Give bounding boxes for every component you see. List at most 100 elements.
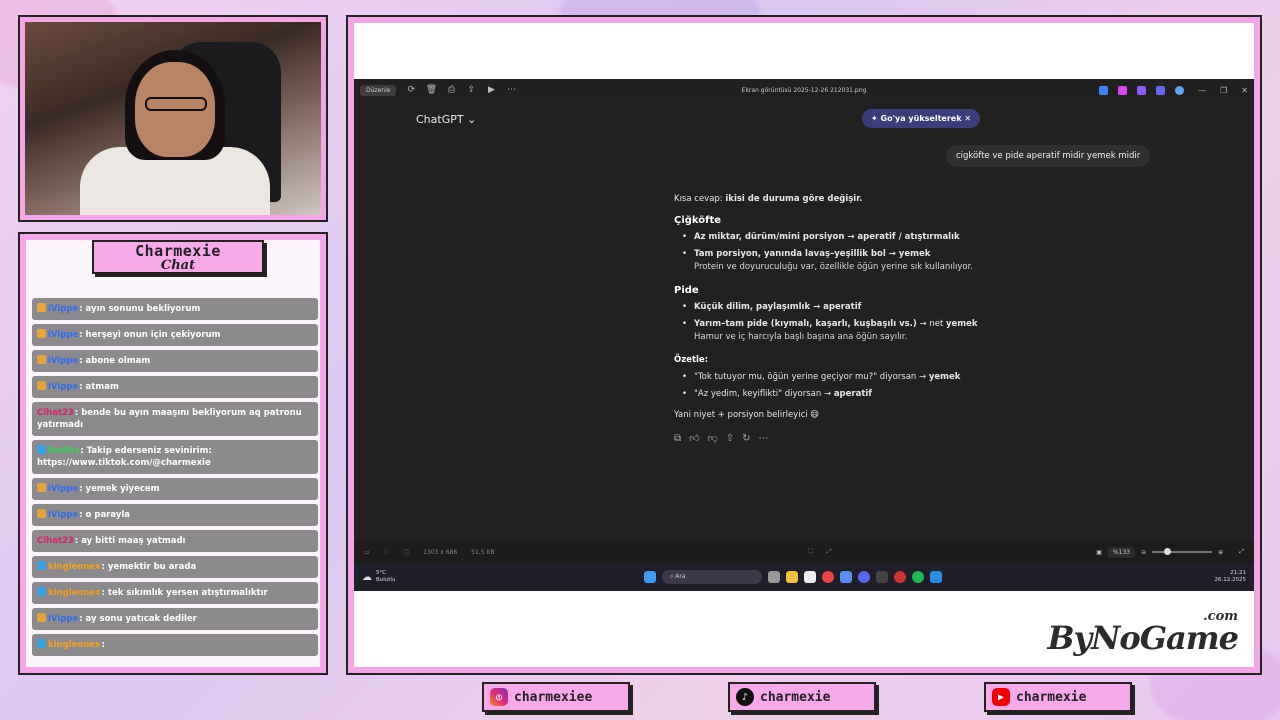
close-icon[interactable]: ✕ xyxy=(1241,86,1248,95)
onedrive-icon[interactable] xyxy=(1175,85,1185,95)
list-item-note: Protein ve doyuruculuğu var, özellikle ö… xyxy=(694,262,973,272)
chat-username[interactable]: iVippe xyxy=(48,510,78,520)
chat-username[interactable]: BotRix xyxy=(48,446,79,456)
start-icon[interactable] xyxy=(644,571,656,583)
print-icon[interactable]: ⎙ xyxy=(444,83,458,97)
crop-icon[interactable]: ⛶ xyxy=(809,548,813,556)
intro-text: Kısa cevap: xyxy=(674,194,726,204)
chat-text: : bende bu ayın maaşını bekliyorum aq pa… xyxy=(37,408,302,430)
zoom-out-icon[interactable]: ⊖ xyxy=(1141,549,1146,556)
chat-text: : yemek yiyecem xyxy=(79,484,160,494)
chat-username[interactable]: iVippe xyxy=(48,330,78,340)
chat-username[interactable]: iVippe xyxy=(48,356,78,366)
fit-icon[interactable]: ▣ xyxy=(1096,549,1102,556)
user-badge-icon xyxy=(37,483,46,492)
chat-message: iVippe: ayın sonunu bekliyorum xyxy=(32,298,318,320)
app-icon[interactable] xyxy=(804,571,816,583)
user-badge-icon xyxy=(37,329,46,338)
chat-username[interactable]: iVippe xyxy=(48,304,78,314)
task-view-icon[interactable] xyxy=(768,571,780,583)
delete-icon[interactable]: 🗑 xyxy=(424,83,438,97)
chat-text: : ay sonu yatıcak dediler xyxy=(79,614,197,624)
more-icon[interactable]: ⋯ xyxy=(504,83,518,97)
list-item-text: Az miktar, dürüm/mini porsiyon → aperati… xyxy=(694,232,960,242)
expand-icon[interactable]: ⤢ xyxy=(827,548,832,556)
photos-icon[interactable] xyxy=(930,571,942,583)
instagram-badge[interactable]: ◎ charmexiee xyxy=(482,682,630,712)
zoom-slider-handle[interactable] xyxy=(1164,548,1172,555)
weather-widget[interactable]: ☁ 5°C Bulutlu xyxy=(362,570,395,584)
logo-text: ByNoGame xyxy=(1047,619,1239,657)
slideshow-icon[interactable]: ▶ xyxy=(484,83,498,97)
zoom-slider[interactable] xyxy=(1152,548,1213,555)
spotify-icon[interactable] xyxy=(912,571,924,583)
chat-username[interactable]: iVippe xyxy=(48,382,78,392)
chat-username[interactable]: kingleonex xyxy=(48,640,101,650)
weather-desc: Bulutlu xyxy=(376,577,396,583)
chat-message: iVippe: herşeyi onun için çekiyorum xyxy=(32,324,318,346)
more-icon[interactable]: ⋯ xyxy=(759,432,769,445)
chat-username[interactable]: Cihat23 xyxy=(37,536,74,546)
file-explorer-icon[interactable] xyxy=(786,571,798,583)
chat-username[interactable]: Cihat23 xyxy=(37,408,74,418)
chat-message: kingleonex: xyxy=(32,634,318,656)
bullet-list: "Tok tutuyor mu, öğün yerine geçiyor mu?… xyxy=(682,371,1094,401)
user-badge-icon xyxy=(37,561,46,570)
app-icon[interactable] xyxy=(1099,85,1109,95)
minimize-icon[interactable]: — xyxy=(1198,86,1206,95)
discord-icon[interactable] xyxy=(858,571,870,583)
list-item-text: yemek xyxy=(928,372,961,382)
photos-app-window: Düzenle ⟳ 🗑 ⎙ ⇪ ▶ ⋯ Ekran görüntüsü 2025… xyxy=(354,79,1254,591)
chrome-icon[interactable] xyxy=(822,571,834,583)
bullet-list: Küçük dilim, paylaşımlık → aperatif Yarı… xyxy=(682,301,1094,344)
list-item-text: → net xyxy=(916,319,946,329)
steam-icon[interactable] xyxy=(876,571,888,583)
taskbar-search[interactable]: ⌕ Ara xyxy=(662,570,762,584)
regenerate-icon[interactable]: ↻ xyxy=(742,432,750,445)
thumbs-up-icon[interactable]: 👍︎ xyxy=(689,432,699,445)
close-icon[interactable]: ✕ xyxy=(964,114,971,123)
share-icon[interactable]: ⇪ xyxy=(464,83,478,97)
model-selector[interactable]: ChatGPT ⌄ xyxy=(416,113,476,126)
taskbar-apps: ⌕ Ara xyxy=(644,570,942,584)
filmstrip-icon[interactable]: ▭ xyxy=(364,549,370,556)
edit-button[interactable]: Düzenle xyxy=(360,84,397,96)
weather-temp: 5°C xyxy=(376,570,387,576)
app-icon[interactable] xyxy=(1137,85,1147,95)
app-icon[interactable] xyxy=(840,571,852,583)
app-icon[interactable] xyxy=(1156,85,1166,95)
zoom-controls: ▣ %133 ⊖ ⊕ ⤢ xyxy=(1096,546,1244,558)
upgrade-button[interactable]: ✦ Go'ya yükselterek ✕ xyxy=(862,109,981,128)
list-item: Az miktar, dürüm/mini porsiyon → aperati… xyxy=(682,231,1094,244)
chat-username[interactable]: kingleonex xyxy=(48,588,101,598)
file-size: 51,5 KB xyxy=(471,548,495,556)
chat-message-list[interactable]: iVippe: ayın sonunu bekliyorum iVippe: he… xyxy=(32,298,318,660)
list-item: Yarım–tam pide (kıymalı, kaşarlı, kuşbaş… xyxy=(682,318,1094,344)
system-tray[interactable]: 21:21 26.12.2025 xyxy=(1215,570,1247,584)
chat-username[interactable]: iVippe xyxy=(48,614,78,624)
maximize-icon[interactable]: ❐ xyxy=(1220,86,1227,95)
streamer-glasses xyxy=(145,97,207,111)
app-icon[interactable] xyxy=(1118,85,1128,95)
favorite-icon[interactable]: ♡ xyxy=(384,549,389,556)
app-icon[interactable] xyxy=(894,571,906,583)
copy-icon[interactable]: ⧉ xyxy=(674,432,681,445)
chat-text: : tek sıkımlık yersen atıştırmalıktır xyxy=(101,588,268,598)
fullscreen-icon[interactable]: ⤢ xyxy=(1239,548,1244,556)
chat-subtitle: Chat xyxy=(160,258,196,273)
share-icon[interactable]: ⇧ xyxy=(726,432,734,445)
chat-username[interactable]: kingleonex xyxy=(48,562,101,572)
info-icon[interactable]: ⓘ xyxy=(403,548,409,557)
chat-username[interactable]: iVippe xyxy=(48,484,78,494)
image-dimensions: 1303 x 686 xyxy=(423,548,458,556)
bynogame-logo: .com ByNoGame xyxy=(1047,609,1239,657)
zoom-level[interactable]: %133 xyxy=(1107,546,1136,558)
zoom-in-icon[interactable]: ⊕ xyxy=(1218,549,1223,556)
thumbs-down-icon[interactable]: 👎︎ xyxy=(708,432,718,445)
tiktok-badge[interactable]: ♪ charmexie xyxy=(728,682,876,712)
upgrade-label: Go'ya yükselterek xyxy=(880,114,962,123)
rotate-icon[interactable]: ⟳ xyxy=(404,83,418,97)
youtube-badge[interactable]: ▶ charmexie xyxy=(984,682,1132,712)
chat-text: : atmam xyxy=(79,382,119,392)
chat-title: Charmexie xyxy=(135,242,221,260)
